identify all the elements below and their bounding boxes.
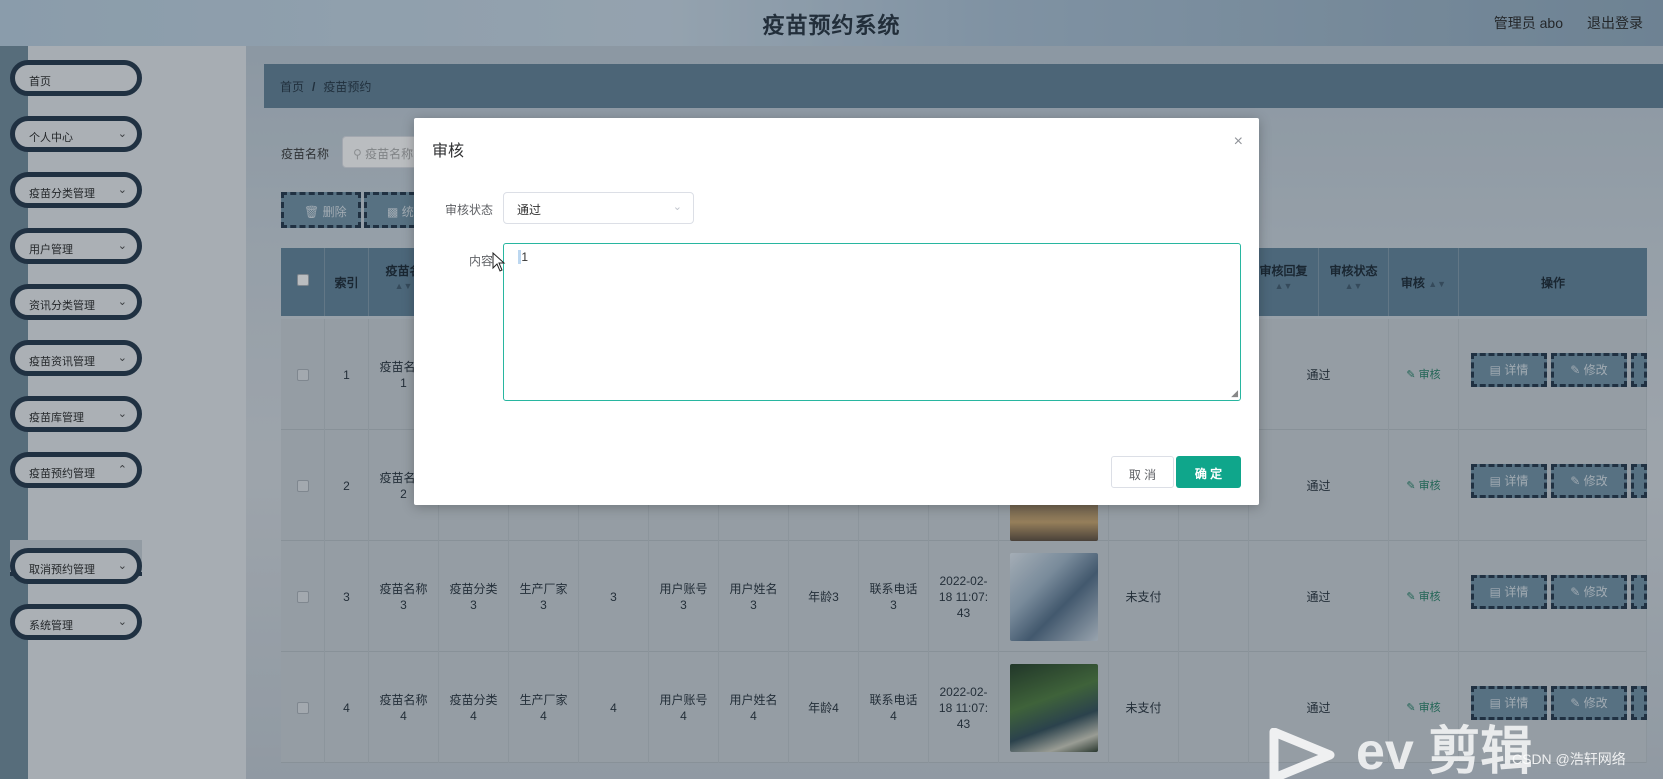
audit-dialog: 审核 × 审核状态 通过 ⌄ 内容 1 ◢ 取 消 确 定: [414, 118, 1259, 505]
confirm-button[interactable]: 确 定: [1176, 456, 1241, 488]
play-logo-icon: [1269, 728, 1335, 779]
content-value: 1: [521, 250, 529, 264]
audit-status-value: 通过: [517, 203, 542, 217]
audit-status-label: 审核状态: [444, 203, 493, 217]
content-textarea[interactable]: 1 ◢: [503, 243, 1241, 401]
mouse-cursor-icon: [492, 252, 506, 272]
dialog-title: 审核: [432, 143, 465, 160]
close-icon[interactable]: ×: [1234, 133, 1243, 151]
watermark-logo-text: ev 剪辑: [1356, 723, 1533, 779]
audit-status-select[interactable]: 通过 ⌄: [503, 192, 694, 224]
chevron-down-icon: ⌄: [672, 201, 682, 213]
watermark-csdn: CSDN @浩轩网络: [1512, 751, 1626, 767]
resize-handle-icon[interactable]: ◢: [1231, 388, 1238, 399]
content-label: 内容: [468, 254, 493, 268]
cancel-button[interactable]: 取 消: [1111, 456, 1174, 488]
